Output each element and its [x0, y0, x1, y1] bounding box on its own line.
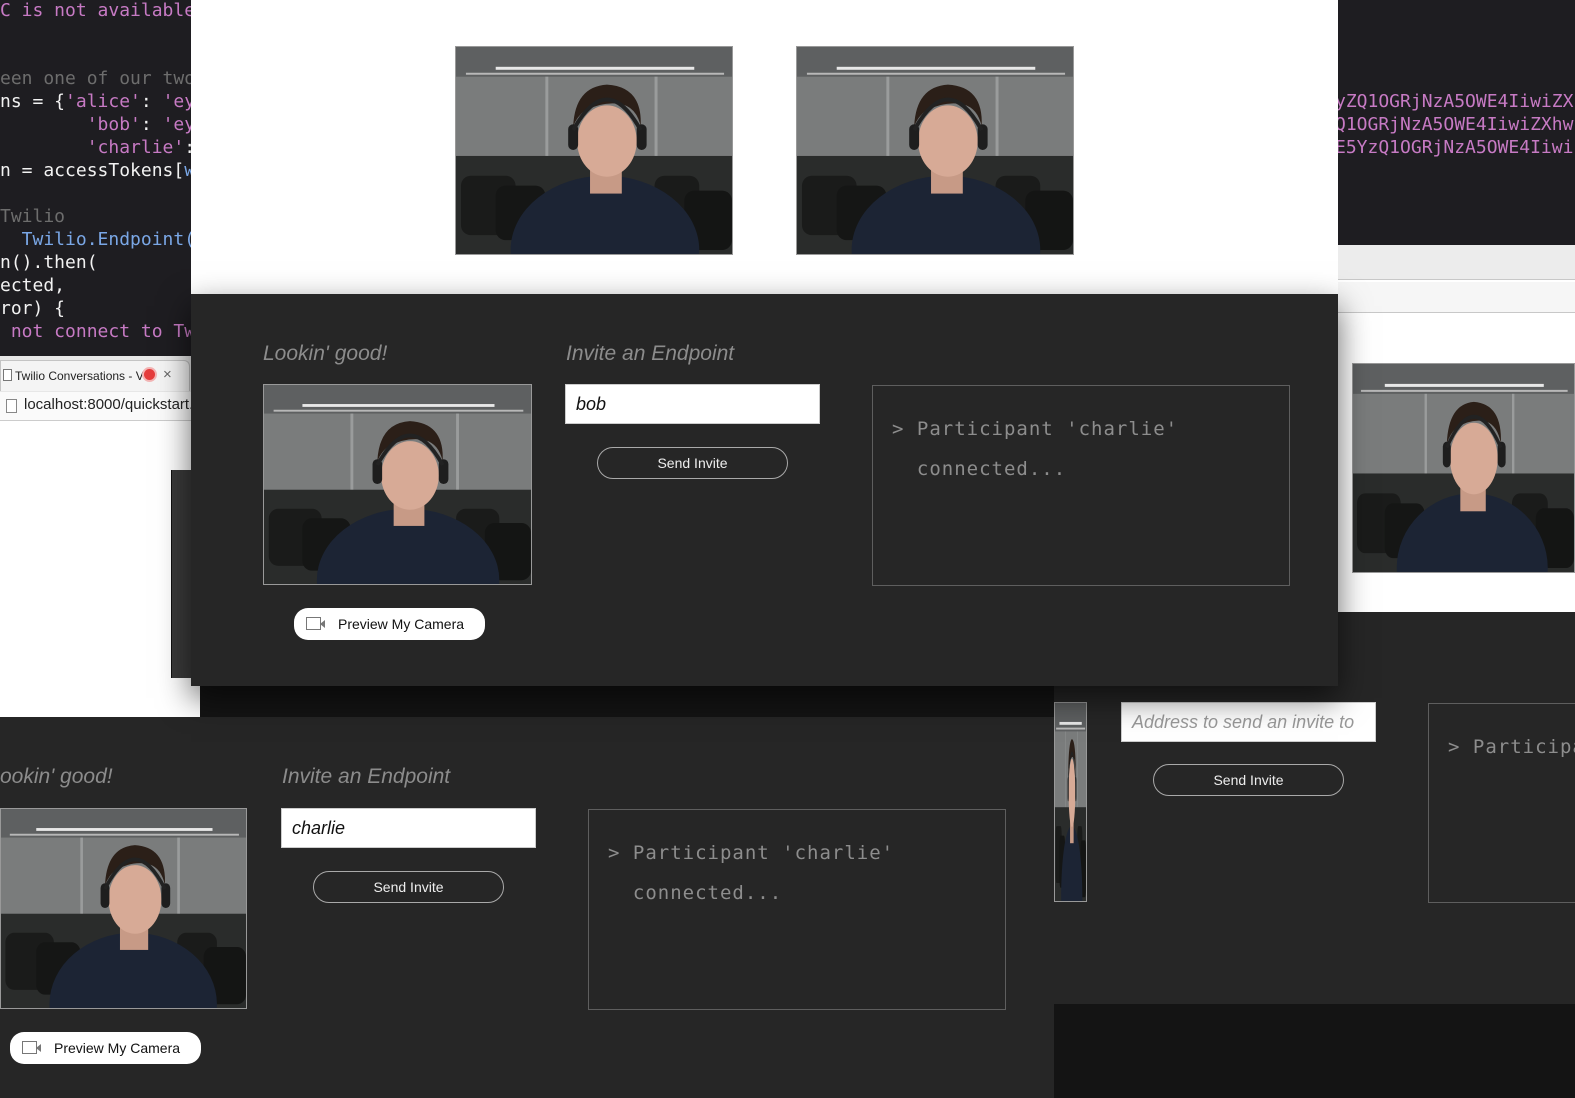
url-text: localhost:8000/quickstart.h	[24, 396, 202, 413]
bottom-app-panel: ookin' good! Invite an Endpoint charlie …	[0, 717, 1054, 1098]
log-panel: > Participant 'charlie' connected...	[588, 809, 1006, 1010]
preview-heading: Lookin' good!	[263, 342, 388, 365]
remote-video	[455, 46, 733, 255]
main-app-panel: Lookin' good! Invite an Endpoint bob Sen…	[191, 294, 1338, 686]
right-window-tabbar	[1338, 245, 1575, 280]
send-invite-button[interactable]: Send Invite	[597, 447, 788, 479]
page-icon	[6, 399, 17, 413]
browser-tab[interactable]: Twilio Conversations - V ×	[0, 360, 190, 391]
video-strip	[1054, 702, 1087, 902]
invite-input[interactable]: charlie	[281, 808, 536, 848]
code-line: een one of our two	[0, 68, 196, 89]
log-line: connected...	[892, 458, 1067, 480]
document-icon	[3, 369, 12, 381]
preview-camera-button[interactable]: Preview My Camera	[294, 608, 485, 640]
code-line: E5YzQ1OGRjNzA5OWE4Iiwi	[1335, 137, 1574, 158]
preview-heading: ookin' good!	[0, 765, 113, 788]
camera-icon	[22, 1041, 41, 1054]
tab-title: Twilio Conversations - V	[15, 369, 144, 383]
preview-camera-button[interactable]: Preview My Camera	[10, 1032, 201, 1064]
invite-heading: Invite an Endpoint	[566, 342, 735, 365]
log-line: > Participa	[1448, 736, 1575, 758]
send-invite-button[interactable]: Send Invite	[1153, 764, 1344, 796]
code-line: not connect to Tw	[0, 321, 196, 342]
address-bar[interactable]: localhost:8000/quickstart.h	[0, 392, 202, 421]
log-line: > Participant 'charlie'	[608, 842, 895, 864]
code-line: C is not available	[0, 0, 196, 21]
code-line: ror) {	[0, 298, 66, 319]
log-line: > Participant 'charlie'	[892, 418, 1179, 440]
preview-camera-label: Preview My Camera	[54, 1040, 181, 1056]
send-invite-button[interactable]: Send Invite	[313, 871, 504, 903]
invite-input[interactable]: Address to send an invite to	[1121, 702, 1376, 742]
remote-videos-area	[191, 0, 1338, 294]
code-line: 'charlie': '	[0, 137, 217, 158]
code-line: Twilio	[0, 206, 66, 227]
close-icon[interactable]: ×	[163, 366, 172, 383]
invite-input[interactable]: bob	[565, 384, 820, 424]
invite-heading: Invite an Endpoint	[282, 765, 451, 788]
code-line: n().then(	[0, 252, 98, 273]
recording-icon	[144, 369, 155, 380]
code-line: ected,	[0, 275, 66, 296]
code-line: ns = {'alice': 'ey	[0, 91, 196, 112]
preview-camera-label: Preview My Camera	[338, 616, 465, 632]
code-line: Twilio.Endpoint(a	[0, 229, 206, 250]
camera-icon	[306, 617, 325, 630]
code-line: 'bob': 'eyJh	[0, 114, 217, 135]
log-panel: > Participant 'charlie' connected...	[872, 385, 1290, 586]
remote-video	[796, 46, 1074, 255]
code-line: Q1OGRjNzA5OWE4IiwiZXhw	[1335, 114, 1574, 135]
video-strip	[171, 470, 192, 678]
code-line: n = accessTokens[w	[0, 160, 196, 181]
local-video	[0, 808, 247, 1009]
log-line: connected...	[608, 882, 783, 904]
log-panel: > Participa	[1428, 703, 1575, 903]
browser-page	[0, 421, 200, 721]
local-video	[263, 384, 532, 585]
right-window-addressbar	[1338, 282, 1575, 313]
remote-video	[1352, 363, 1575, 573]
code-line: yZQ1OGRjNzA5OWE4IiwiZX	[1335, 91, 1574, 112]
